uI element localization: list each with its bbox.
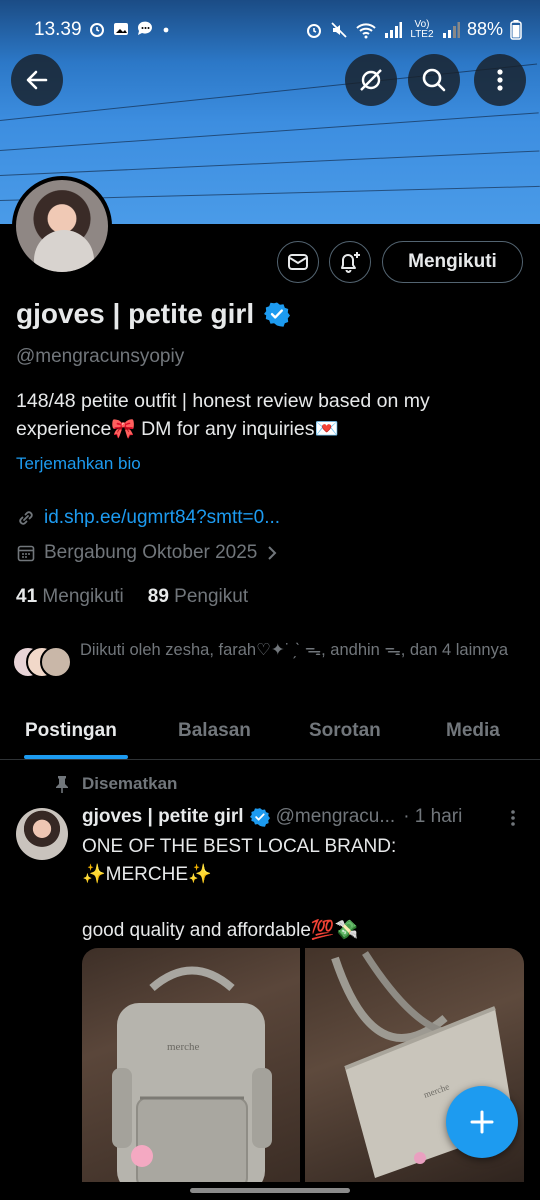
followers-label: Pengikut xyxy=(174,586,249,607)
back-button[interactable] xyxy=(11,54,63,106)
bell-plus-icon xyxy=(341,252,360,273)
pinned-label: Disematkan xyxy=(82,774,178,793)
gallery-icon xyxy=(114,23,128,35)
following-count-link[interactable]: 41 Mengikuti xyxy=(16,586,124,608)
following-count: 41 xyxy=(16,586,38,607)
tweet-author-avatar[interactable] xyxy=(16,808,68,860)
plus-icon xyxy=(470,1110,494,1134)
tab-highlights[interactable]: Sorotan xyxy=(309,720,381,742)
grok-button[interactable] xyxy=(345,54,397,106)
compose-button[interactable] xyxy=(446,1086,518,1158)
mute-icon xyxy=(331,21,347,38)
tab-replies[interactable]: Balasan xyxy=(178,720,251,742)
message-icon xyxy=(288,254,308,270)
status-time: 13.39 xyxy=(34,19,82,40)
join-date-row[interactable]: Bergabung Oktober 2025 xyxy=(16,542,279,564)
tweet-header: gjoves | petite girl @mengracu... · 1 ha… xyxy=(82,806,522,828)
tweet-media-image[interactable]: merche xyxy=(82,948,300,1182)
translate-bio-link[interactable]: Terjemahkan bio xyxy=(16,454,141,474)
verified-badge-icon xyxy=(264,302,291,327)
tweet-text: ONE OF THE BEST LOCAL BRAND: ✨MERCHE✨ go… xyxy=(82,836,397,941)
message-button[interactable] xyxy=(277,241,319,283)
dot-icon xyxy=(163,27,169,33)
signal-icon xyxy=(442,21,460,38)
status-bar: 13.39 Vo) LTE2 88% xyxy=(0,0,540,60)
followers-count-link[interactable]: 89 Pengikut xyxy=(148,586,248,608)
tweet-author-name[interactable]: gjoves | petite girl xyxy=(82,806,244,828)
battery-level: 88% xyxy=(466,19,503,39)
more-options-button[interactable] xyxy=(474,54,526,106)
notification-button[interactable] xyxy=(329,241,371,283)
chat-icon xyxy=(137,21,152,35)
tab-media[interactable]: Media xyxy=(446,720,500,742)
gesture-home-bar[interactable] xyxy=(190,1188,350,1193)
wifi-icon xyxy=(356,22,376,38)
followed-by-text: Diikuti oleh zesha, farah♡✦˙ ̗ˋ ᯓ, andhi… xyxy=(80,641,509,659)
profile-tabs: Postingan Balasan Sorotan Media xyxy=(0,706,540,760)
profile-avatar[interactable] xyxy=(12,176,112,276)
profile-name-row: gjoves | petite girl xyxy=(16,298,291,330)
battery-icon xyxy=(510,19,522,40)
calendar-icon xyxy=(17,545,35,562)
back-arrow-icon xyxy=(26,70,48,90)
more-vertical-icon xyxy=(511,810,515,826)
profile-name: gjoves | petite girl xyxy=(16,298,255,329)
followers-count: 89 xyxy=(147,586,169,607)
link-icon xyxy=(19,511,33,525)
profile-handle: @mengracunsyopiy xyxy=(16,346,185,367)
search-icon xyxy=(422,68,446,92)
alarm-icon xyxy=(90,23,104,37)
signal-icon xyxy=(384,21,402,38)
verified-badge-icon xyxy=(249,808,270,827)
alarm-icon xyxy=(306,23,321,38)
following-label: Mengikuti xyxy=(42,586,124,607)
active-tab-indicator xyxy=(24,755,128,759)
website-url: id.shp.ee/ugmrt84?smtt=0... xyxy=(44,507,281,528)
search-button[interactable] xyxy=(408,54,460,106)
grok-icon xyxy=(360,69,382,91)
profile-website-link[interactable]: id.shp.ee/ugmrt84?smtt=0... xyxy=(16,507,280,529)
avatar xyxy=(40,646,72,678)
followed-by-avatars xyxy=(12,646,74,678)
pin-icon xyxy=(56,776,68,793)
follow-counts: 41 Mengikuti 89 Pengikut xyxy=(16,586,248,608)
tweet-time: · 1 hari xyxy=(403,806,463,827)
tab-posts[interactable]: Postingan xyxy=(25,720,117,742)
pinned-label-row: Disematkan xyxy=(54,774,177,794)
join-date: Bergabung Oktober 2025 xyxy=(44,542,258,563)
more-vertical-icon xyxy=(497,69,503,91)
bag-brand-text: merche xyxy=(167,1041,199,1053)
profile-bio: 148/48 petite outfit | honest review bas… xyxy=(16,390,430,440)
network-label: Vo) LTE2 xyxy=(410,18,434,40)
tweet-author-handle: @mengracu... xyxy=(275,806,396,827)
backpack-image: merche xyxy=(112,966,272,1182)
following-button[interactable]: Mengikuti xyxy=(382,241,523,283)
tweet-more-button[interactable] xyxy=(502,806,524,830)
chevron-right-icon xyxy=(268,546,277,560)
